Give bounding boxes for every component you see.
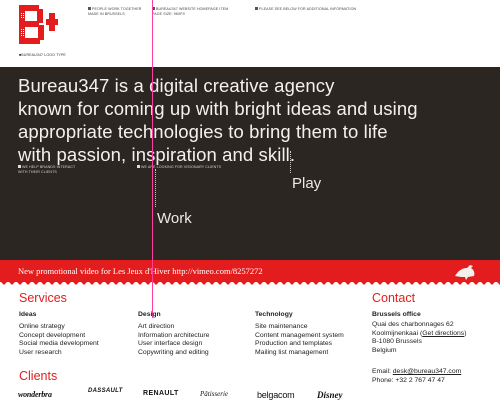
play-connector	[290, 151, 291, 173]
email-line: Email: desk@bureau347.com	[372, 368, 462, 375]
services-ideas-heading: Ideas	[19, 311, 37, 318]
header-note-right: PLEASE SEE BELOW FOR ADDITIONAL INFORMAT…	[255, 7, 356, 12]
client-logo-dassault[interactable]: DASSAULT	[88, 388, 123, 394]
agency-intro: Bureau347 is a digital creative agency k…	[18, 75, 418, 165]
clients-title: Clients	[19, 369, 58, 383]
client-logo-patisserie[interactable]: Pâtisserie	[200, 390, 228, 398]
list-item: Site maintenance	[255, 323, 308, 330]
contact-title: Contact	[372, 291, 416, 305]
layout-guideline	[152, 0, 153, 318]
address-line: Belgium	[372, 346, 397, 354]
services-design-heading: Design	[138, 311, 161, 318]
services-ideas-list: Online strategy Concept development Soci…	[19, 323, 99, 357]
client-logo-belgacom[interactable]: belgacom	[257, 390, 295, 400]
contact-details: Email: desk@bureau347.com Phone: +32 2 7…	[372, 368, 461, 385]
bureau347-logo[interactable]	[19, 5, 58, 44]
promo-strip: New promotional video for Les Jeux d'Hiv…	[0, 260, 500, 285]
note-bullet	[137, 165, 140, 168]
address-line: Quai des charbonnages 62	[372, 321, 454, 329]
directions-link[interactable]: Get directions	[422, 330, 464, 337]
list-item: Information architecture	[138, 331, 210, 339]
contact-address: Brussels office Quai des charbonnages 62…	[372, 311, 466, 355]
email-link[interactable]: desk@bureau347.com	[393, 368, 462, 375]
intro-band: Bureau347 is a digital creative agency k…	[0, 67, 500, 260]
address-line: B-1080 Brussels	[372, 338, 422, 346]
phone-line: Phone: +32 2 767 47 47	[372, 376, 445, 384]
promo-link[interactable]: New promotional video for Les Jeux d'Hiv…	[18, 265, 263, 277]
list-item: Concept development	[19, 331, 86, 339]
play-link[interactable]: Play	[292, 175, 321, 192]
note-bullet	[18, 165, 21, 168]
client-logo-wonderbra[interactable]: wonderbra	[18, 390, 52, 399]
work-connector	[155, 169, 156, 207]
zigzag-edge-icon	[0, 281, 500, 285]
services-technology-list: Site maintenance Content management syst…	[255, 323, 344, 357]
client-logo-disney[interactable]: Disney	[317, 390, 343, 400]
list-item: Art direction	[138, 323, 175, 330]
list-item: Online strategy	[19, 323, 65, 330]
address-line: Koolmijnenkaai (Get directions)	[372, 329, 467, 337]
note-bullet	[255, 7, 258, 10]
list-item: User interface design	[138, 340, 203, 348]
office-name: Brussels office	[372, 311, 421, 318]
work-link[interactable]: Work	[157, 210, 192, 227]
bird-icon	[455, 265, 475, 280]
list-item: Production and templates	[255, 340, 333, 348]
logo-caption: ■BUREAU347 LOGO TYPE	[19, 53, 66, 57]
list-item: Copywriting and editing	[138, 348, 209, 356]
client-logo-renault[interactable]: RENAULT	[143, 390, 179, 397]
services-design-list: Art direction Information architecture U…	[138, 323, 209, 357]
list-item: Social media development	[19, 340, 99, 348]
services-technology-heading: Technology	[255, 311, 293, 318]
list-item: Content management system	[255, 331, 344, 339]
intro-note-clients: WE ARE LOOKING FOR VISIONARY CLIENTS	[137, 165, 221, 170]
header-note-people-block: PEOPLE WORK TOGETHER MADE IN BRUSSELS	[88, 7, 142, 16]
header-note-middle: BUREAU347 WEBSITE HOMEPAGE ITEM PAGE SIZ…	[152, 7, 229, 16]
note-bullet	[88, 7, 91, 10]
page-header: ■BUREAU347 LOGO TYPE PEOPLE WORK TOGETHE…	[0, 0, 500, 67]
list-item: Mailing list management	[255, 348, 329, 356]
intro-note-brands: WE HELP BRANDS INTERACT WITH THEIR CLIEN…	[18, 165, 76, 174]
services-title: Services	[19, 291, 67, 305]
list-item: User research	[19, 348, 62, 356]
